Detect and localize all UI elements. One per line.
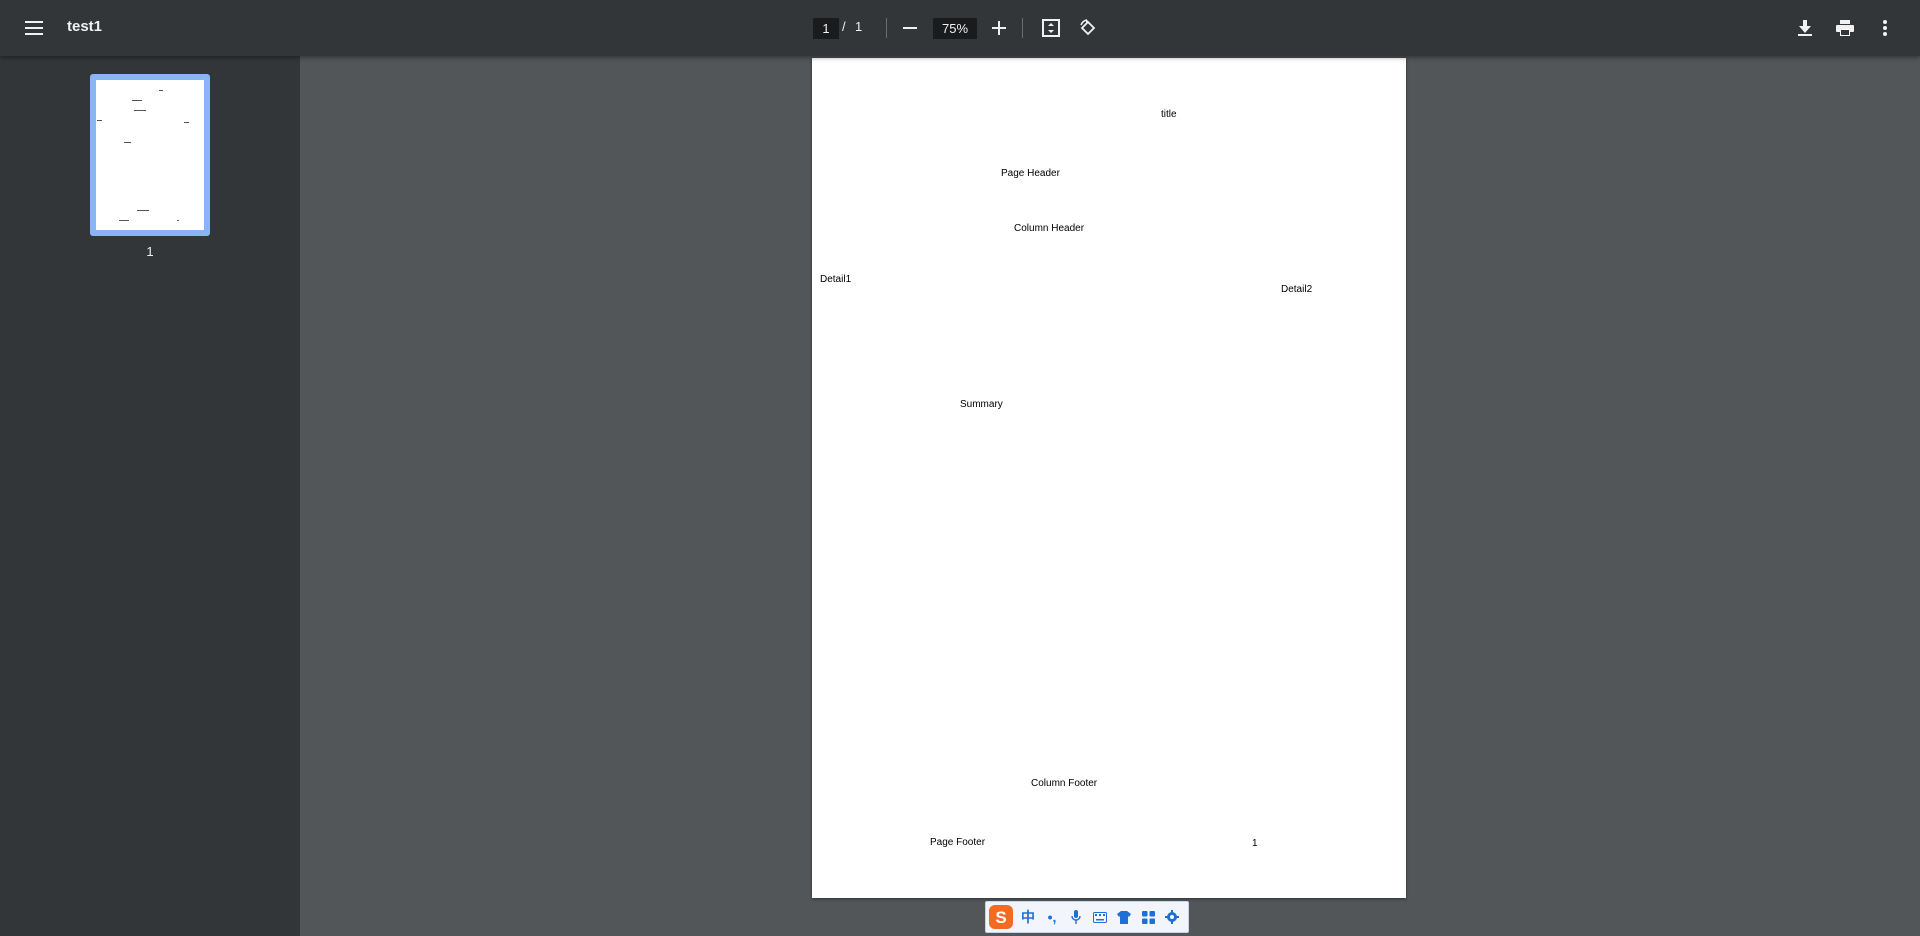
menu-icon[interactable] [16, 10, 52, 46]
page-number-text: 1 [1252, 838, 1258, 849]
zoom-input[interactable]: 75% [933, 18, 977, 39]
thumbnail-sidebar: 1 [0, 56, 300, 936]
page-total: 1 [855, 19, 863, 34]
rotate-icon[interactable] [1070, 10, 1106, 46]
download-icon[interactable] [1787, 10, 1823, 46]
page-footer-text: Page Footer [930, 837, 986, 848]
summary-text: Summary [960, 399, 1003, 410]
report-title: title [1161, 109, 1177, 120]
fit-page-icon[interactable] [1033, 10, 1069, 46]
detail1-text: Detail1 [820, 274, 852, 285]
settings-icon[interactable] [1160, 902, 1184, 932]
toolbox-icon[interactable] [1136, 902, 1160, 932]
keyboard-icon[interactable] [1088, 902, 1112, 932]
zoom-in-icon[interactable] [981, 10, 1017, 46]
detail2-text: Detail2 [1281, 284, 1313, 295]
thumbnail-label: 1 [146, 244, 154, 259]
zoom-out-icon[interactable] [892, 10, 928, 46]
more-vert-icon[interactable] [1867, 10, 1903, 46]
sogou-logo-icon[interactable]: S [986, 902, 1016, 932]
ime-punctuation-toggle[interactable]: •, [1040, 902, 1064, 932]
page-thumbnail[interactable] [90, 74, 210, 236]
skin-icon[interactable] [1112, 902, 1136, 932]
svg-text:S: S [995, 908, 1006, 927]
print-icon[interactable] [1827, 10, 1863, 46]
document-title: test1 [67, 18, 103, 35]
pdf-toolbar: test1 1 / 1 75% [0, 0, 1920, 56]
page-separator: / [842, 19, 846, 34]
thumbnail-page [96, 80, 204, 230]
toolbar-divider [886, 18, 887, 38]
column-footer-text: Column Footer [1031, 778, 1098, 789]
ime-toolbar: S 中 •, [985, 901, 1189, 933]
page-header-text: Page Header [1001, 168, 1060, 179]
toolbar-divider [1022, 18, 1023, 38]
pdf-page: title Page Header Column Header Detail1 … [812, 58, 1406, 898]
ime-mode-toggle[interactable]: 中 [1016, 902, 1040, 932]
page-number-input[interactable]: 1 [813, 18, 839, 39]
column-header-text: Column Header [1014, 223, 1085, 234]
mic-icon[interactable] [1064, 902, 1088, 932]
